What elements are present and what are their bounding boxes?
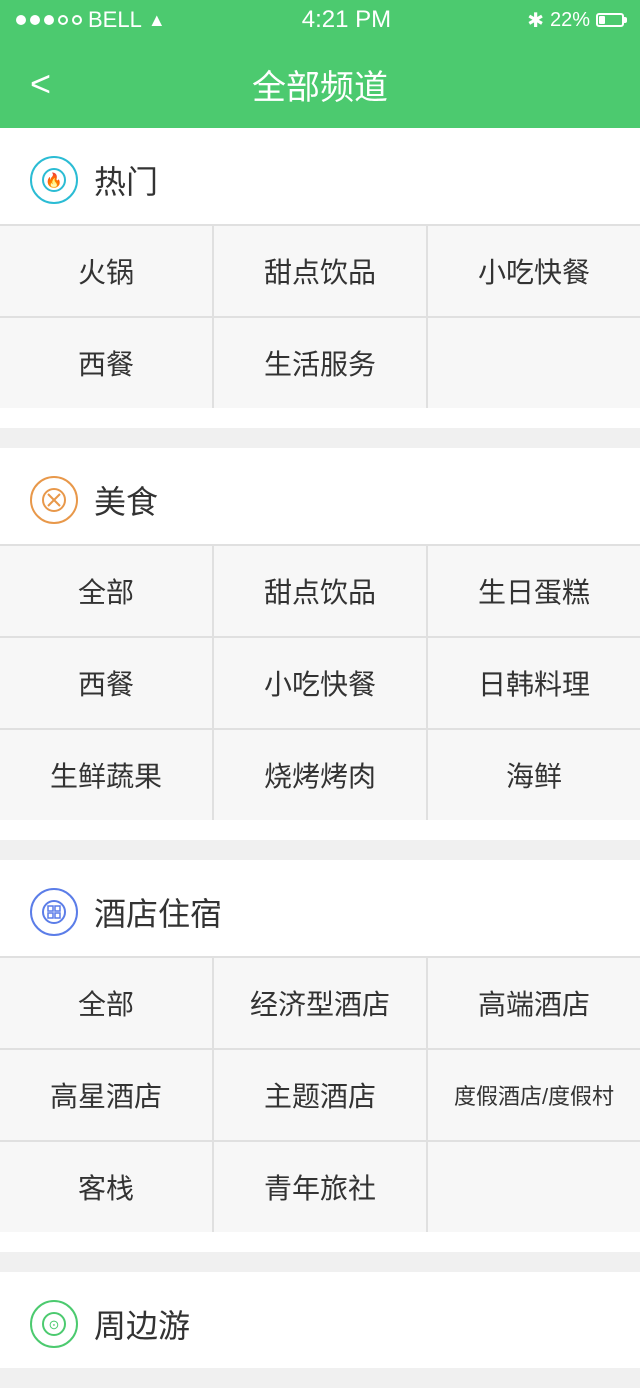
grid-item[interactable]: 小吃快餐 [214, 638, 426, 728]
section-food-title: 美食 [94, 477, 158, 523]
grid-item[interactable]: 甜点饮品 [214, 546, 426, 636]
back-button[interactable]: < [20, 53, 61, 115]
content-area: 🔥 热门 火锅 甜点饮品 小吃快餐 西餐 生活服务 美食 [0, 128, 640, 1368]
hotel-icon [30, 888, 78, 936]
section-travel-title: 周边游 [94, 1301, 190, 1347]
grid-item[interactable]: 火锅 [0, 226, 212, 316]
status-right: ✱ 22% [527, 8, 624, 33]
page-header: < 全部频道 [0, 40, 640, 128]
wifi-icon: ▲ [148, 10, 166, 31]
grid-item[interactable]: 高端酒店 [428, 958, 640, 1048]
section-hot-title: 热门 [94, 157, 158, 203]
grid-item[interactable]: 西餐 [0, 318, 212, 408]
grid-item[interactable]: 生日蛋糕 [428, 546, 640, 636]
grid-item[interactable]: 度假酒店/度假村 [428, 1050, 640, 1140]
section-hotel-header: 酒店住宿 [0, 860, 640, 956]
page-title: 全部频道 [252, 60, 388, 109]
section-travel-header: ⊙ 周边游 [0, 1272, 640, 1368]
grid-item[interactable]: 全部 [0, 546, 212, 636]
grid-item[interactable]: 甜点饮品 [214, 226, 426, 316]
grid-item-empty [428, 1142, 640, 1232]
svg-text:🔥: 🔥 [45, 172, 62, 189]
grid-item[interactable]: 全部 [0, 958, 212, 1048]
status-bar: BELL ▲ 4:21 PM ✱ 22% [0, 0, 640, 40]
travel-icon: ⊙ [30, 1300, 78, 1348]
section-hotel-title: 酒店住宿 [94, 889, 222, 935]
section-travel: ⊙ 周边游 [0, 1272, 640, 1368]
food-icon [30, 476, 78, 524]
grid-item[interactable]: 经济型酒店 [214, 958, 426, 1048]
hot-grid: 火锅 甜点饮品 小吃快餐 西餐 生活服务 [0, 224, 640, 408]
grid-item[interactable]: 生鲜蔬果 [0, 730, 212, 820]
hot-icon: 🔥 [30, 156, 78, 204]
bluetooth-icon: ✱ [527, 8, 544, 33]
svg-text:⊙: ⊙ [49, 1317, 60, 1332]
signal-dots [16, 15, 82, 25]
grid-item[interactable]: 主题酒店 [214, 1050, 426, 1140]
grid-item[interactable]: 小吃快餐 [428, 226, 640, 316]
grid-item[interactable]: 青年旅社 [214, 1142, 426, 1232]
section-food: 美食 全部 甜点饮品 生日蛋糕 西餐 小吃快餐 日韩料理 生鲜蔬果 烧烤烤肉 海… [0, 448, 640, 840]
section-food-header: 美食 [0, 448, 640, 544]
grid-item[interactable]: 烧烤烤肉 [214, 730, 426, 820]
grid-item[interactable]: 高星酒店 [0, 1050, 212, 1140]
section-hotel: 酒店住宿 全部 经济型酒店 高端酒店 高星酒店 主题酒店 度假酒店/度假村 客栈… [0, 860, 640, 1252]
grid-item[interactable]: 日韩料理 [428, 638, 640, 728]
grid-item[interactable]: 生活服务 [214, 318, 426, 408]
food-grid: 全部 甜点饮品 生日蛋糕 西餐 小吃快餐 日韩料理 生鲜蔬果 烧烤烤肉 海鲜 [0, 544, 640, 820]
status-left: BELL ▲ [16, 7, 166, 33]
battery-icon [596, 13, 624, 27]
grid-item[interactable]: 海鲜 [428, 730, 640, 820]
grid-item[interactable]: 客栈 [0, 1142, 212, 1232]
carrier-label: BELL [88, 7, 142, 33]
grid-item[interactable]: 西餐 [0, 638, 212, 728]
status-time: 4:21 PM [302, 6, 391, 34]
section-hot: 🔥 热门 火锅 甜点饮品 小吃快餐 西餐 生活服务 [0, 128, 640, 428]
battery-label: 22% [550, 9, 590, 32]
section-hot-header: 🔥 热门 [0, 128, 640, 224]
grid-item-empty [428, 318, 640, 408]
hotel-grid: 全部 经济型酒店 高端酒店 高星酒店 主题酒店 度假酒店/度假村 客栈 青年旅社 [0, 956, 640, 1232]
